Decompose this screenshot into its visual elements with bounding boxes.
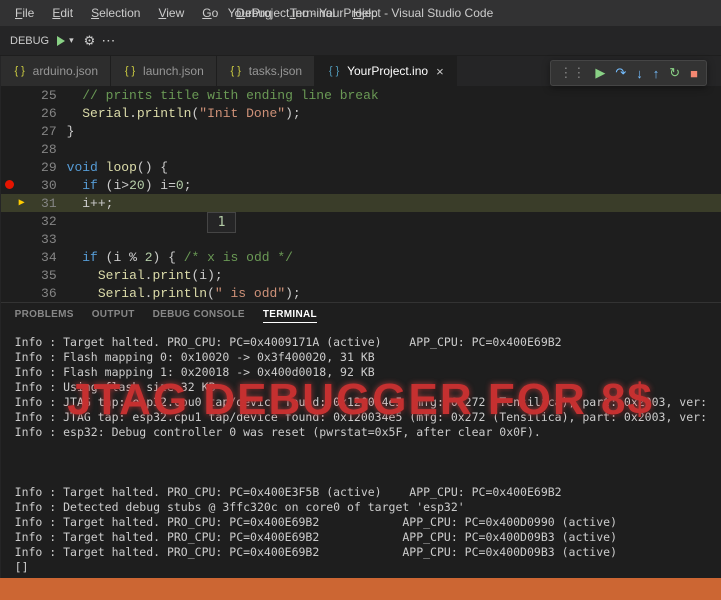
step-out-button[interactable]: ↑ [653, 66, 660, 81]
code-line[interactable]: 33 [1, 230, 721, 248]
line-number: 29 [33, 160, 67, 175]
code-editor[interactable]: 1 25 // prints title with ending line br… [1, 86, 721, 302]
line-number: 35 [33, 268, 67, 283]
debug-label: DEBUG [10, 35, 49, 47]
code-line[interactable]: 36 Serial.println(" is odd"); [1, 284, 721, 302]
editor-area: { }arduino.json{ }launch.json{ }tasks.js… [1, 56, 721, 578]
line-number: 26 [33, 106, 67, 121]
editor-tab[interactable]: { }launch.json [111, 56, 217, 86]
step-over-button[interactable]: ↷ [615, 65, 626, 81]
menu-item-file[interactable]: File [8, 3, 41, 23]
line-number: 30 [33, 178, 67, 193]
editor-tab[interactable]: { }YourProject.ino× [315, 56, 457, 86]
debug-settings-icon[interactable]: ⚙ [84, 33, 96, 49]
step-into-button[interactable]: ↓ [636, 66, 643, 81]
file-icon: { } [13, 64, 27, 78]
debug-controls-toolbar[interactable]: ⋮⋮ ▶ ↷ ↓ ↑ ↻ ■ [550, 60, 707, 86]
menu-item-selection[interactable]: Selection [84, 3, 147, 23]
code-line[interactable]: 34 if (i % 2) { /* x is odd */ [1, 248, 721, 266]
file-icon: { } [327, 64, 341, 78]
line-number: 32 [33, 214, 67, 229]
menu-item-edit[interactable]: Edit [45, 3, 80, 23]
code-line[interactable]: 27} [1, 122, 721, 140]
debug-toolbar: DEBUG ▾ ⚙ ⋯ [0, 26, 721, 56]
code-line[interactable]: 28 [1, 140, 721, 158]
code-line[interactable]: 30 if (i>20) i=0; [1, 176, 721, 194]
line-number: 34 [33, 250, 67, 265]
status-bar[interactable] [0, 578, 721, 600]
start-debug-button[interactable] [57, 36, 65, 46]
editor-tab[interactable]: { }arduino.json [1, 56, 111, 86]
file-icon: { } [229, 64, 243, 78]
close-icon[interactable]: × [436, 64, 444, 79]
breakpoint-icon[interactable] [5, 180, 14, 189]
line-number: 27 [33, 124, 67, 139]
terminal-panel[interactable]: Info : Target halted. PRO_CPU: PC=0x4009… [1, 329, 721, 578]
drag-handle-icon[interactable]: ⋮⋮ [559, 65, 585, 81]
panel-tab-terminal[interactable]: TERMINAL [263, 309, 317, 323]
panel-tab-output[interactable]: OUTPUT [92, 309, 135, 323]
menu-item-view[interactable]: View [151, 3, 191, 23]
editor-tab[interactable]: { }tasks.json [217, 56, 315, 86]
code-line[interactable]: 25 // prints title with ending line brea… [1, 86, 721, 104]
file-icon: { } [123, 64, 137, 78]
code-line[interactable]: ▶31 i++; [1, 194, 721, 212]
continue-button[interactable]: ▶ [595, 65, 605, 81]
line-number: 31 [33, 196, 67, 211]
line-number: 25 [33, 88, 67, 103]
code-line[interactable]: 32 [1, 212, 721, 230]
line-number: 28 [33, 142, 67, 157]
stop-button[interactable]: ■ [690, 66, 698, 81]
code-line[interactable]: 26 Serial.println("Init Done"); [1, 104, 721, 122]
restart-button[interactable]: ↻ [669, 65, 680, 81]
more-icon[interactable]: ⋯ [101, 32, 115, 49]
panel-tab-problems[interactable]: PROBLEMS [15, 309, 74, 323]
code-line[interactable]: 29void loop() { [1, 158, 721, 176]
line-number: 33 [33, 232, 67, 247]
hover-value-tooltip: 1 [207, 212, 237, 233]
code-line[interactable]: 35 Serial.print(i); [1, 266, 721, 284]
line-number: 36 [33, 286, 67, 301]
title-bar: FileEditSelectionViewGoDebugTerminalHelp… [0, 0, 721, 26]
panel-tab-debug-console[interactable]: DEBUG CONSOLE [153, 309, 245, 323]
window-title: YourProject.ino - YourProject - Visual S… [228, 6, 494, 20]
panel-tabs: PROBLEMS OUTPUT DEBUG CONSOLE TERMINAL [1, 302, 721, 329]
menu-item-go[interactable]: Go [195, 3, 225, 23]
debug-config-dropdown[interactable]: ▾ [69, 35, 74, 46]
